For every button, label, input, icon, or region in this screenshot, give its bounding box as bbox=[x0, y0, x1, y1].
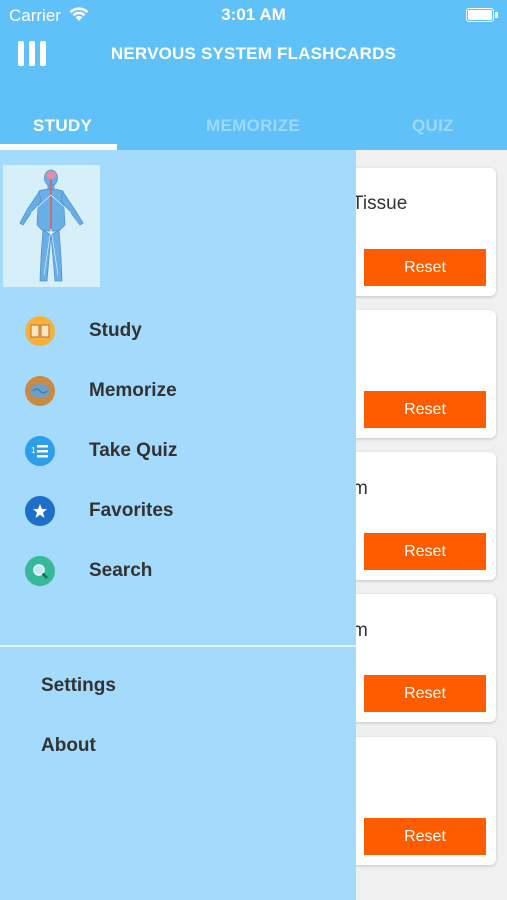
drawer-item-settings[interactable]: Settings bbox=[41, 675, 116, 697]
drawer-item-label: Take Quiz bbox=[89, 440, 178, 461]
tab-study[interactable]: STUDY bbox=[33, 116, 92, 136]
status-time: 3:01 AM bbox=[221, 5, 286, 24]
drawer-item-label: Search bbox=[89, 560, 153, 581]
drawer-item-study[interactable]: Study bbox=[25, 315, 325, 347]
star-icon bbox=[25, 496, 55, 526]
drawer-item-label: Memorize bbox=[89, 380, 177, 401]
battery-icon bbox=[466, 8, 498, 22]
drawer-item-about[interactable]: About bbox=[41, 735, 96, 757]
reset-button[interactable]: Reset bbox=[364, 249, 486, 286]
book-icon bbox=[25, 316, 55, 346]
list-icon: 1 bbox=[25, 436, 55, 466]
drawer-divider bbox=[0, 645, 356, 647]
nervous-system-figure bbox=[3, 165, 100, 287]
status-bar: Carrier 3:01 AM bbox=[0, 0, 507, 30]
side-drawer: Study Memorize 1 Take Quiz Favorites Sea… bbox=[0, 150, 356, 900]
drawer-item-search[interactable]: Search bbox=[25, 555, 325, 587]
reset-button[interactable]: Reset bbox=[364, 675, 486, 712]
drawer-item-label: Study bbox=[89, 320, 142, 341]
tab-quiz[interactable]: QUIZ bbox=[412, 116, 454, 136]
reset-button[interactable]: Reset bbox=[364, 391, 486, 428]
drawer-item-favorites[interactable]: Favorites bbox=[25, 495, 325, 527]
tab-memorize[interactable]: MEMORIZE bbox=[206, 116, 300, 136]
reset-button[interactable]: Reset bbox=[364, 533, 486, 570]
drawer-item-take-quiz[interactable]: 1 Take Quiz bbox=[25, 435, 325, 467]
app-header: Carrier 3:01 AM NERVOUS SYSTEM FLASHCARD… bbox=[0, 0, 507, 150]
drawer-item-memorize[interactable]: Memorize bbox=[25, 375, 325, 407]
brain-icon bbox=[25, 376, 55, 406]
svg-text:1: 1 bbox=[31, 446, 36, 455]
search-icon bbox=[25, 556, 55, 586]
card-title: Tissue bbox=[352, 193, 408, 214]
drawer-item-label: Favorites bbox=[89, 500, 174, 521]
app-title: NERVOUS SYSTEM FLASHCARDS bbox=[110, 44, 397, 63]
reset-button[interactable]: Reset bbox=[364, 818, 486, 855]
